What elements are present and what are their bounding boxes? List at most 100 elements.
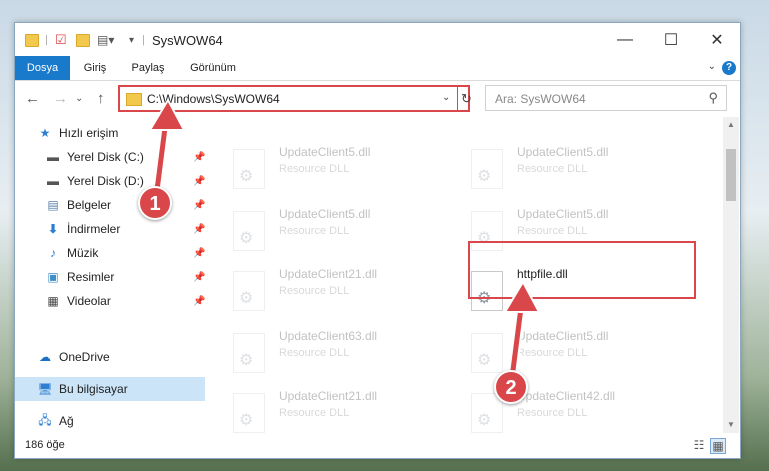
ribbon-tabs: Dosya Giriş Paylaş Görünüm [15, 56, 740, 81]
recent-locations-icon[interactable]: ⌄ [75, 93, 83, 104]
sidebar-item-downloads[interactable]: ⬇ İndirmeler 📌 [15, 217, 205, 241]
file-item[interactable]: ⚙ UpdateClient21.dll Resource DLL [233, 389, 433, 433]
address-row: ← → ⌄ ↑ C:\Windows\SysWOW64 ⌄ ↻ Ara: Sys… [15, 81, 740, 117]
file-type: Resource DLL [279, 407, 350, 419]
pictures-icon: ▣ [47, 270, 59, 284]
file-name: UpdateClient5.dll [517, 207, 609, 221]
file-item[interactable]: ⚙ UpdateClient5.dll Resource DLL [233, 145, 433, 197]
customize-qat-icon[interactable]: ▤▾ [97, 32, 114, 48]
sidebar-item-disk-d[interactable]: ▬ Yerel Disk (D:) 📌 [15, 169, 205, 193]
file-item[interactable]: ⚙ UpdateClient21.dll Resource DLL [233, 267, 433, 319]
sidebar-item-label: İndirmeler [67, 222, 121, 236]
file-type: Resource DLL [517, 347, 588, 359]
file-type: Resource DLL [279, 225, 350, 237]
sidebar-item-onedrive[interactable]: ☁ OneDrive [15, 345, 205, 369]
pin-icon[interactable]: 📌 [193, 224, 205, 235]
back-button[interactable]: ← [25, 90, 40, 107]
forward-button[interactable]: → [53, 90, 68, 107]
tab-home[interactable]: Giriş [72, 56, 118, 80]
download-icon: ⬇ [47, 222, 59, 236]
pin-icon[interactable]: 📌 [193, 272, 205, 283]
tab-share[interactable]: Paylaş [123, 56, 173, 80]
pin-icon[interactable]: 📌 [193, 248, 205, 259]
file-item[interactable]: ⚙ UpdateClient5.dll Resource DLL [471, 145, 671, 197]
title-bar: | ☑ ▤▾ ▾ | SysWOW64 — ☐ ✕ [15, 23, 740, 56]
address-dropdown-icon[interactable]: ⌄ [442, 92, 450, 103]
scroll-thumb[interactable] [726, 149, 736, 201]
large-icons-view-icon[interactable]: ▦ [710, 438, 726, 454]
file-name: UpdateClient63.dll [279, 329, 378, 343]
dll-file-icon: ⚙ [233, 271, 265, 311]
file-type: Resource DLL [517, 407, 588, 419]
file-name: UpdateClient21.dll [279, 389, 378, 403]
help-icon[interactable]: ? [722, 61, 736, 75]
sidebar-item-music[interactable]: ♪ Müzik 📌 [15, 241, 205, 265]
file-type: Resource DLL [279, 285, 350, 297]
step-badge-1: 1 [138, 186, 172, 220]
up-button[interactable]: ↑ [97, 90, 105, 107]
details-view-icon[interactable]: ☷ [692, 438, 706, 452]
properties-icon[interactable]: ☑ [55, 32, 67, 48]
sidebar-item-quick-access[interactable]: ★ Hızlı erişim [15, 121, 205, 145]
dll-file-icon: ⚙ [233, 333, 265, 373]
file-name: UpdateClient21.dll [279, 267, 378, 281]
folder-icon [126, 93, 142, 106]
step-badge-2: 2 [494, 370, 528, 404]
search-input[interactable]: Ara: SysWOW64 ⚲ [485, 85, 727, 111]
file-type: Resource DLL [279, 347, 350, 359]
file-name: UpdateClient5.dll [517, 145, 609, 159]
sidebar-item-label: Müzik [67, 246, 99, 260]
qat-dropdown-icon[interactable]: ▾ [129, 32, 134, 48]
dll-file-icon: ⚙ [233, 211, 265, 251]
close-button[interactable]: ✕ [694, 23, 740, 56]
tab-file[interactable]: Dosya [15, 56, 70, 80]
sidebar-item-disk-c[interactable]: ▬ Yerel Disk (C:) 📌 [15, 145, 205, 169]
sidebar-item-this-pc[interactable]: 🖥 Bu bilgisayar [15, 377, 205, 401]
sidebar-item-label: Yerel Disk (C:) [67, 150, 144, 164]
network-icon: 🖧 [38, 412, 52, 427]
sidebar-item-label: Yerel Disk (D:) [67, 174, 144, 188]
sidebar-item-label: Ağ [59, 414, 74, 428]
sidebar-item-label: Belgeler [67, 198, 112, 212]
pin-icon[interactable]: 📌 [193, 296, 205, 307]
sidebar-item-documents[interactable]: ▤ Belgeler 📌 [15, 193, 205, 217]
dll-file-icon: ⚙ [471, 149, 503, 189]
maximize-button[interactable]: ☐ [648, 23, 694, 56]
computer-icon: 🖥 [37, 382, 53, 396]
file-name: UpdateClient5.dll [279, 207, 371, 221]
sidebar-item-label: Bu bilgisayar [59, 382, 128, 396]
file-type: Resource DLL [517, 225, 588, 237]
tab-view[interactable]: Görünüm [178, 56, 248, 80]
pin-icon[interactable]: 📌 [193, 152, 205, 163]
sidebar-item-videos[interactable]: ▦ Videolar 📌 [15, 289, 205, 313]
vertical-scrollbar[interactable]: ▲ ▼ [723, 117, 739, 433]
dll-file-icon: ⚙ [233, 393, 265, 433]
separator: | [45, 34, 48, 46]
address-path: C:\Windows\SysWOW64 [147, 92, 280, 106]
dll-file-icon: ⚙ [233, 149, 265, 189]
file-item[interactable]: ⚙ UpdateClient63.dll Resource DLL [233, 329, 433, 381]
scroll-down-icon[interactable]: ▼ [727, 420, 735, 429]
pin-icon[interactable]: 📌 [193, 176, 205, 187]
sidebar-item-label: Hızlı erişim [59, 126, 119, 140]
refresh-icon[interactable]: ↻ [457, 85, 474, 112]
search-icon[interactable]: ⚲ [708, 90, 718, 106]
pin-icon[interactable]: 📌 [193, 200, 205, 211]
cloud-icon: ☁ [39, 350, 51, 364]
sidebar-item-label: Videolar [67, 294, 111, 308]
address-bar[interactable]: C:\Windows\SysWOW64 ⌄ ↻ [118, 85, 472, 112]
sidebar-item-pictures[interactable]: ▣ Resimler 📌 [15, 265, 205, 289]
drive-icon: ▬ [47, 150, 59, 164]
navigation-pane: ★ Hızlı erişim ▬ Yerel Disk (C:) 📌 ▬ Yer… [15, 117, 205, 433]
star-icon: ★ [39, 126, 51, 140]
folder-icon [25, 32, 39, 48]
new-folder-icon[interactable] [76, 32, 90, 48]
scroll-up-icon[interactable]: ▲ [727, 120, 735, 129]
expand-ribbon-icon[interactable]: ⌄ [708, 61, 716, 72]
sidebar-item-network[interactable]: 🖧 Ağ [15, 409, 205, 433]
minimize-button[interactable]: — [602, 23, 648, 56]
file-item[interactable]: ⚙ UpdateClient5.dll Resource DLL [233, 207, 433, 259]
file-type: Resource DLL [279, 163, 350, 175]
highlight-box-httpfile [468, 241, 696, 299]
item-count: 186 öğe [25, 439, 65, 451]
